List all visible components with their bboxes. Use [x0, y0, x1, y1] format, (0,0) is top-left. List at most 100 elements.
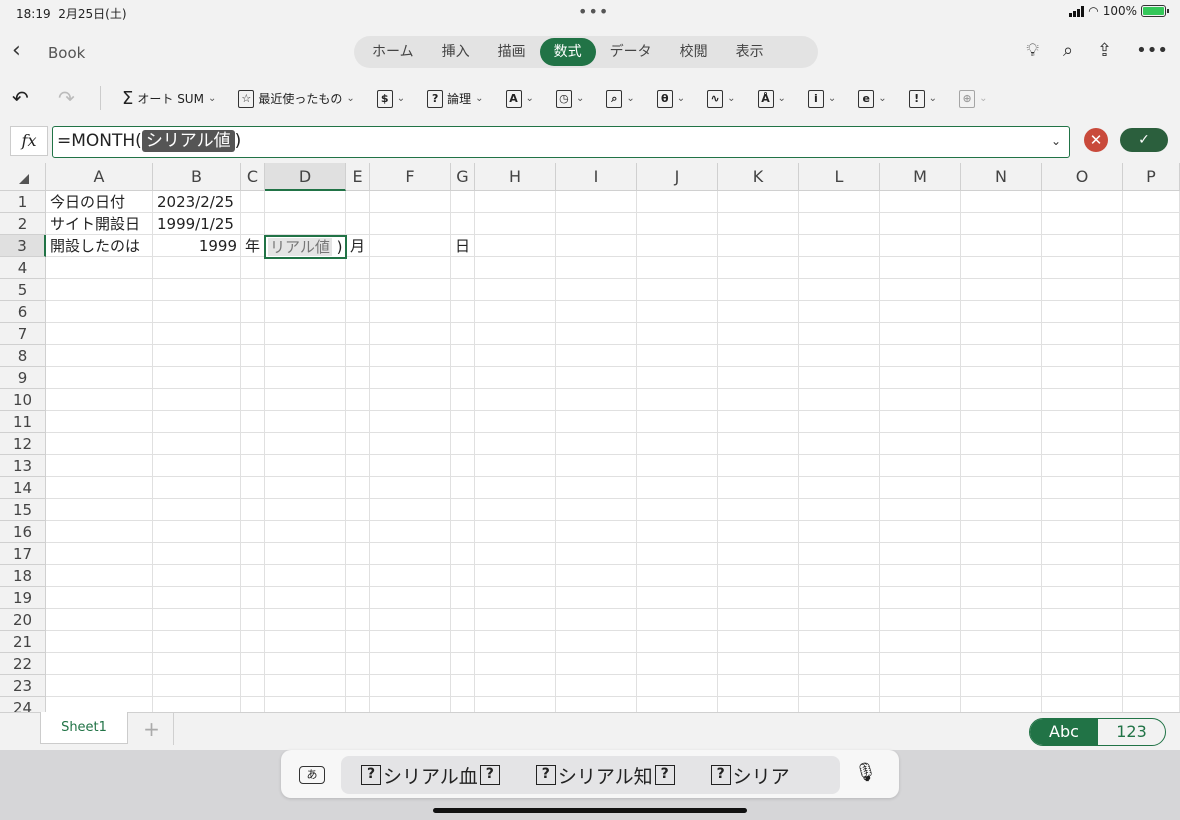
cell-c3[interactable]: 年	[241, 235, 265, 257]
column-header-h[interactable]: H	[475, 163, 556, 191]
statistical-functions-button[interactable]: ∿ ⌄	[707, 89, 736, 108]
active-cell-d3[interactable]: リアル値 )	[264, 235, 347, 259]
lightbulb-icon[interactable]: 💡︎	[1026, 40, 1039, 61]
row-header-1[interactable]: 1	[0, 191, 46, 213]
row-header-10[interactable]: 10	[0, 389, 46, 411]
sheet-tab-sheet1[interactable]: Sheet1	[40, 712, 128, 744]
suggestion-item[interactable]: ? シリア	[710, 762, 790, 789]
compatibility-functions-button[interactable]: ! ⌄	[908, 89, 937, 108]
tab-draw[interactable]: 描画	[484, 38, 540, 66]
suggestion-item[interactable]: ? シリアル血 ?	[361, 762, 500, 789]
select-all-corner[interactable]	[0, 163, 46, 191]
column-header-k[interactable]: K	[718, 163, 799, 191]
tab-home[interactable]: ホーム	[358, 38, 428, 66]
column-header-l[interactable]: L	[799, 163, 880, 191]
microphone-icon[interactable]: 🎙︎	[854, 762, 877, 783]
home-indicator[interactable]	[433, 808, 747, 813]
cell-e3[interactable]: 月	[346, 235, 370, 257]
lookup-functions-button[interactable]: ⌕ ⌄	[606, 89, 635, 108]
row-header-13[interactable]: 13	[0, 455, 46, 477]
cell-a3[interactable]: 開設したのは	[46, 235, 153, 257]
row-header-17[interactable]: 17	[0, 543, 46, 565]
worksheet-grid[interactable]: A B C D E F G H I J K L M N O P 1 2 3 4 5 6 7 8 9 10 11 12 13 14 15 16 1…	[0, 163, 1180, 712]
row-header-20[interactable]: 20	[0, 609, 46, 631]
kana-keyboard-icon[interactable]: あ	[299, 766, 325, 784]
row-header-8[interactable]: 8	[0, 345, 46, 367]
chevron-down-icon[interactable]: ⌄	[1051, 127, 1061, 156]
cell-a1[interactable]: 今日の日付	[46, 191, 153, 213]
row-header-24[interactable]: 24	[0, 697, 46, 712]
multitasking-dots-icon[interactable]: •••	[578, 2, 609, 21]
column-header-g[interactable]: G	[451, 163, 475, 191]
row-header-4[interactable]: 4	[0, 257, 46, 279]
cancel-formula-button[interactable]: ✕	[1084, 128, 1108, 152]
row-header-5[interactable]: 5	[0, 279, 46, 301]
column-header-c[interactable]: C	[241, 163, 265, 191]
more-icon[interactable]: •••	[1136, 40, 1168, 61]
row-header-11[interactable]: 11	[0, 411, 46, 433]
insert-function-icon[interactable]: fx	[10, 126, 48, 156]
cell-b1[interactable]: 2023/2/25	[153, 191, 241, 213]
confirm-formula-button[interactable]: ✓	[1120, 128, 1168, 152]
cell-b2[interactable]: 1999/1/25	[153, 213, 241, 235]
information-functions-button[interactable]: i ⌄	[807, 89, 836, 108]
autosum-button[interactable]: Σ オート SUM ⌄	[122, 88, 216, 109]
row-header-3[interactable]: 3	[0, 235, 46, 257]
column-header-j[interactable]: J	[637, 163, 718, 191]
search-icon[interactable]: ⌕	[1063, 40, 1073, 61]
cell-a2[interactable]: サイト開設日	[46, 213, 153, 235]
logical-functions-button[interactable]: ? 論理 ⌄	[427, 89, 484, 108]
web-functions-button[interactable]: ⊕ ⌄	[959, 89, 987, 108]
financial-functions-button[interactable]: $ ⌄	[376, 89, 405, 108]
column-header-m[interactable]: M	[880, 163, 961, 191]
row-header-6[interactable]: 6	[0, 301, 46, 323]
column-header-i[interactable]: I	[556, 163, 637, 191]
recent-functions-button[interactable]: ☆ 最近使ったもの ⌄	[238, 89, 355, 108]
row-header-16[interactable]: 16	[0, 521, 46, 543]
cell-g3[interactable]: 日	[451, 235, 475, 257]
row-header-19[interactable]: 19	[0, 587, 46, 609]
row-header-15[interactable]: 15	[0, 499, 46, 521]
row-header-23[interactable]: 23	[0, 675, 46, 697]
numeric-keyboard-button[interactable]: 123	[1098, 719, 1165, 745]
datetime-functions-button[interactable]: ◷ ⌄	[555, 89, 584, 108]
tab-formulas[interactable]: 数式	[539, 38, 596, 66]
column-header-p[interactable]: P	[1123, 163, 1180, 191]
row-header-22[interactable]: 22	[0, 653, 46, 675]
column-header-f[interactable]: F	[370, 163, 451, 191]
column-header-o[interactable]: O	[1042, 163, 1123, 191]
suggestion-item[interactable]: ? シリアル知 ?	[535, 762, 675, 789]
tab-view[interactable]: 表示	[722, 38, 778, 66]
book-title[interactable]: Book	[48, 44, 85, 62]
abc-keyboard-button[interactable]: Abc	[1030, 719, 1098, 745]
add-sheet-button[interactable]: +	[130, 713, 174, 745]
question-box-icon: ?	[535, 765, 556, 785]
cell-b3[interactable]: 1999	[153, 235, 241, 257]
tab-data[interactable]: データ	[596, 38, 666, 66]
column-header-d[interactable]: D	[265, 163, 346, 191]
column-header-b[interactable]: B	[153, 163, 241, 191]
math-functions-button[interactable]: θ ⌄	[656, 89, 685, 108]
share-icon[interactable]: ⇪	[1097, 40, 1112, 61]
column-header-a[interactable]: A	[46, 163, 153, 191]
redo-icon[interactable]: ↷	[58, 86, 75, 110]
back-chevron-icon[interactable]: ‹	[12, 38, 21, 63]
gridline-vertical	[960, 191, 961, 712]
column-header-n[interactable]: N	[961, 163, 1042, 191]
row-header-14[interactable]: 14	[0, 477, 46, 499]
row-header-2[interactable]: 2	[0, 213, 46, 235]
row-header-21[interactable]: 21	[0, 631, 46, 653]
formula-input[interactable]: =MONTH(シリアル値) ⌄	[52, 126, 1070, 158]
tab-review[interactable]: 校閲	[666, 38, 722, 66]
text-functions-button[interactable]: A ⌄	[505, 89, 534, 108]
database-functions-button[interactable]: e ⌄	[858, 89, 887, 108]
row-header-12[interactable]: 12	[0, 433, 46, 455]
row-header-7[interactable]: 7	[0, 323, 46, 345]
engineering-functions-button[interactable]: Å ⌄	[757, 89, 786, 108]
undo-icon[interactable]: ↶	[12, 86, 29, 110]
tab-insert[interactable]: 挿入	[428, 38, 484, 66]
row-header-18[interactable]: 18	[0, 565, 46, 587]
formula-argument-token[interactable]: シリアル値	[141, 130, 235, 152]
column-header-e[interactable]: E	[346, 163, 370, 191]
row-header-9[interactable]: 9	[0, 367, 46, 389]
